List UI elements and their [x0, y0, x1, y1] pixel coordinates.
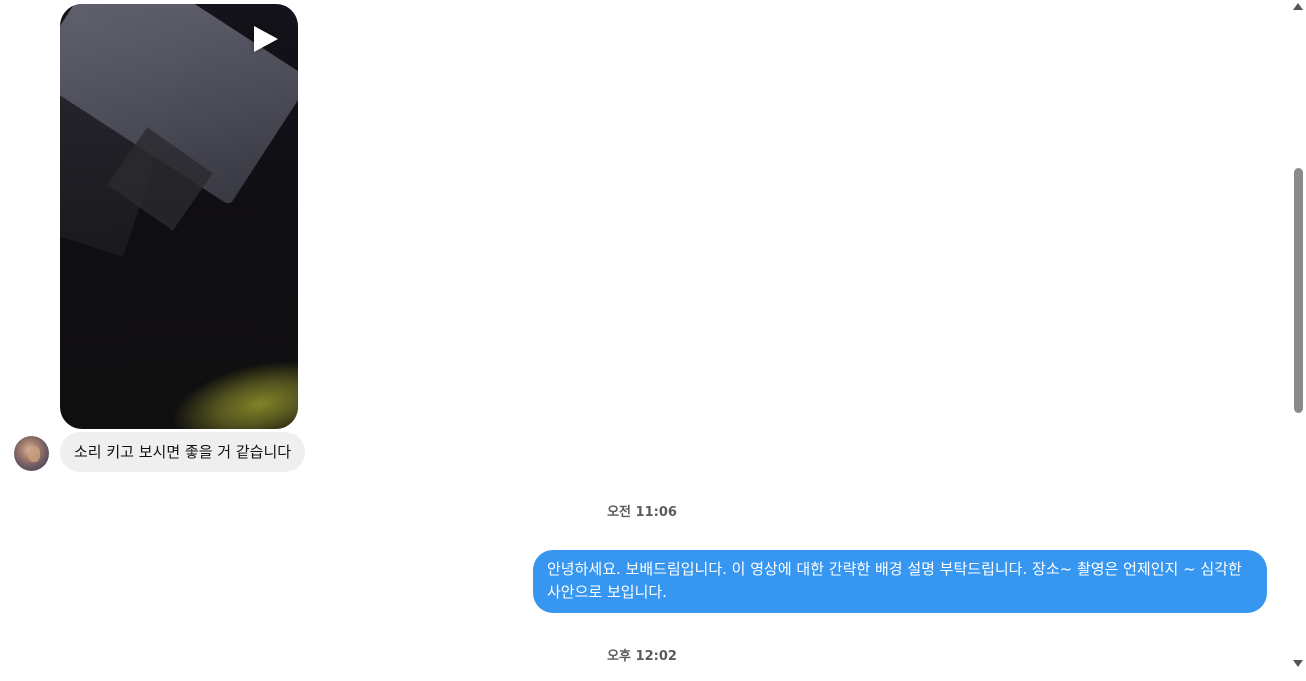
chat-thread: 소리 키고 보시면 좋을 거 같습니다 오전 11:06 안녕하세요. 보배드림…: [0, 0, 1290, 681]
message-timestamp: 오후 12:02: [607, 649, 677, 664]
scroll-down-arrow-icon[interactable]: [1293, 660, 1303, 667]
outgoing-message-text: 안녕하세요. 보배드림입니다. 이 영상에 대한 간략한 배경 설명 부탁드립니…: [547, 560, 1242, 601]
message-timestamp: 오전 11:06: [607, 505, 677, 520]
outgoing-message-bubble[interactable]: 안녕하세요. 보배드림입니다. 이 영상에 대한 간략한 배경 설명 부탁드립니…: [533, 550, 1267, 613]
scrollbar-thumb[interactable]: [1294, 168, 1303, 413]
incoming-message-bubble[interactable]: 소리 키고 보시면 좋을 거 같습니다: [60, 432, 306, 472]
scroll-up-arrow-icon[interactable]: [1293, 3, 1303, 10]
sender-avatar[interactable]: [14, 436, 49, 471]
play-icon[interactable]: [254, 26, 278, 52]
video-message[interactable]: [60, 4, 298, 429]
video-frame-glow: [163, 346, 298, 429]
vertical-scrollbar[interactable]: [1290, 0, 1306, 681]
incoming-message-text: 소리 키고 보시면 좋을 거 같습니다: [74, 443, 292, 461]
